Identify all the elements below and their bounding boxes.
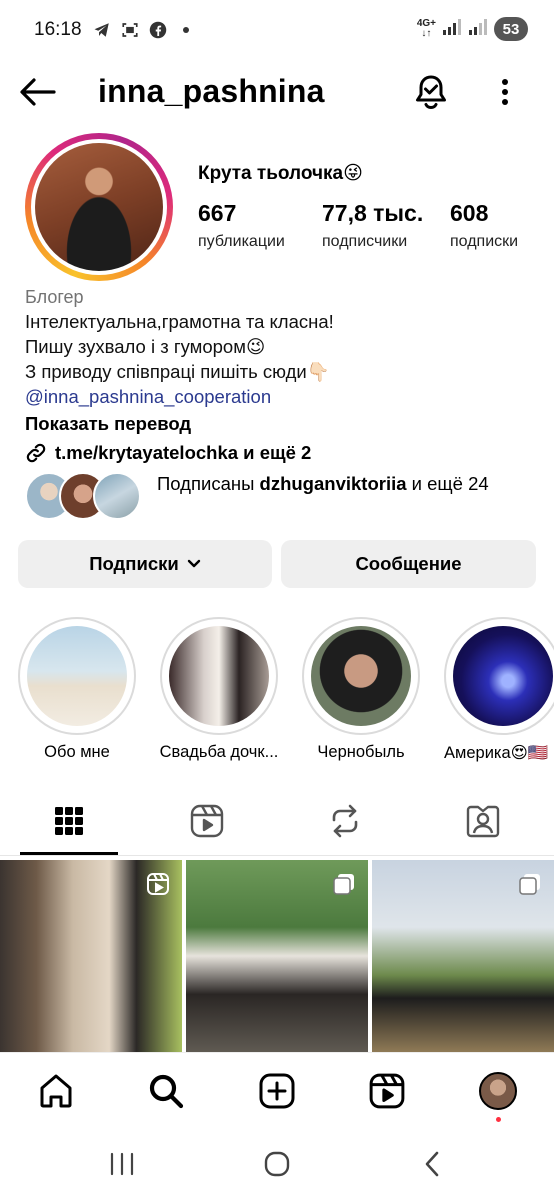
back-arrow-icon (20, 78, 56, 106)
highlight-cover (453, 626, 553, 726)
battery-indicator: 53 (494, 17, 528, 41)
profile-display-name: Крута тьолочка😜 (198, 163, 363, 184)
highlight-cover (169, 626, 269, 726)
bio-line: З приводу співпраці пишіть сюди👇🏻 (25, 361, 330, 382)
tagged-icon (466, 805, 500, 838)
profile-photo (35, 143, 163, 271)
status-notification-icons (92, 20, 196, 40)
post-thumbnail[interactable] (0, 860, 182, 1052)
reel-badge-icon (147, 873, 169, 895)
highlight-label: Обо мне (44, 743, 110, 761)
chevron-down-icon (187, 559, 200, 568)
home-button[interactable] (255, 1146, 299, 1182)
bio-mention-link[interactable]: @inna_pashnina_cooperation (25, 384, 535, 409)
back-button[interactable] (18, 72, 58, 112)
profile-external-link-text: t.me/krytayatelochka и ещё 2 (55, 442, 312, 463)
notifications-subscribed-button[interactable] (410, 70, 452, 114)
profile-category: Блогер (25, 287, 84, 307)
bio-line: Інтелектуальна,грамотна та класна! (25, 311, 334, 332)
highlight-label: Чернобыль (317, 743, 405, 761)
status-bar: 16:18 4G+ ↓↑ 53 (0, 0, 554, 60)
story-highlight[interactable]: Америка😍🇺🇸 (444, 617, 554, 763)
system-back-button[interactable] (410, 1146, 454, 1182)
post-thumbnail[interactable] (186, 860, 368, 1052)
status-system-icons: 4G+ ↓↑ 53 (417, 17, 528, 41)
followed-by[interactable]: Подписаны dzhuganviktoriia и ещё 24 (25, 470, 535, 522)
nav-reels[interactable] (363, 1067, 411, 1115)
reposts-icon (332, 804, 358, 838)
profile-bio: Блогер Інтелектуальна,грамотна та класна… (25, 285, 535, 464)
story-highlight[interactable]: Свадьба дочк... (146, 617, 292, 762)
posts-count-value: 667 (198, 200, 237, 226)
facebook-icon (148, 20, 168, 40)
followers-count-value: 77,8 тыс. (322, 200, 424, 226)
show-translation-link[interactable]: Показать перевод (25, 411, 535, 436)
profile-tabs (0, 790, 554, 858)
chevron-left-icon (425, 1151, 439, 1177)
following-count[interactable]: 608 подписки (450, 200, 518, 251)
followed-by-text: Подписаны dzhuganviktoriia и ещё 24 (157, 473, 489, 494)
story-highlight[interactable]: Чернобыль (302, 617, 420, 762)
following-count-value: 608 (450, 200, 489, 226)
tab-reels[interactable] (138, 790, 276, 852)
nav-create[interactable] (253, 1067, 301, 1115)
network-type: 4G+ ↓↑ (416, 18, 436, 39)
grid-icon (55, 807, 83, 835)
carousel-badge-icon (333, 874, 354, 895)
nav-profile[interactable] (474, 1067, 522, 1122)
more-options-button[interactable] (488, 72, 522, 112)
highlight-label: Свадьба дочк... (159, 743, 279, 761)
mutual-avatars (25, 472, 145, 520)
profile-header: inna_pashnina (0, 62, 554, 122)
add-post-icon (259, 1073, 295, 1109)
nav-search[interactable] (142, 1067, 190, 1115)
following-button[interactable]: Подписки (18, 540, 272, 588)
followers-count[interactable]: 77,8 тыс. подписчики (322, 200, 423, 251)
profile-avatar-icon (479, 1072, 517, 1110)
link-icon (26, 443, 46, 463)
more-vertical-icon (502, 79, 508, 105)
more-notifications-dot-icon (176, 20, 196, 40)
recent-apps-button[interactable] (100, 1146, 144, 1182)
highlight-label: Америка😍🇺🇸 (444, 744, 549, 762)
tab-reposts[interactable] (276, 790, 414, 852)
screenshot-icon (120, 20, 140, 40)
tab-posts-grid[interactable] (0, 790, 138, 852)
following-button-label: Подписки (89, 553, 179, 574)
recent-apps-icon (110, 1152, 134, 1176)
nav-home[interactable] (32, 1067, 80, 1115)
reels-icon (369, 1073, 405, 1109)
home-icon (40, 1074, 72, 1108)
reels-icon (190, 804, 224, 838)
message-button-label: Сообщение (355, 553, 462, 574)
posts-count-label: публикации (198, 233, 285, 250)
status-time: 16:18 (34, 19, 82, 40)
system-navigation-bar (0, 1128, 554, 1200)
bio-line: Пишу зухвало і з гумором😉 (25, 336, 266, 357)
posts-count[interactable]: 667 публикации (198, 200, 285, 251)
followers-count-label: подписчики (322, 233, 408, 250)
search-icon (149, 1074, 184, 1109)
telegram-icon (92, 20, 112, 40)
tab-tagged[interactable] (414, 790, 552, 852)
profile-avatar[interactable] (25, 133, 173, 281)
signal-roaming-icon (468, 18, 488, 41)
post-thumbnail[interactable] (372, 860, 554, 1052)
message-button[interactable]: Сообщение (281, 540, 536, 588)
profile-external-link[interactable]: t.me/krytayatelochka и ещё 2 (25, 442, 535, 464)
highlight-cover (311, 626, 411, 726)
signal-icon (442, 18, 462, 41)
carousel-badge-icon (519, 874, 540, 895)
profile-username: inna_pashnina (98, 73, 325, 109)
home-circle-icon (264, 1151, 290, 1177)
bottom-navigation (0, 1052, 554, 1128)
mutual-avatar (93, 472, 141, 520)
story-highlight[interactable]: Обо мне (18, 617, 136, 762)
following-count-label: подписки (450, 233, 519, 250)
bell-check-icon (416, 75, 446, 109)
tabs-divider (0, 855, 554, 856)
notification-dot (496, 1117, 501, 1122)
highlight-cover (27, 626, 127, 726)
